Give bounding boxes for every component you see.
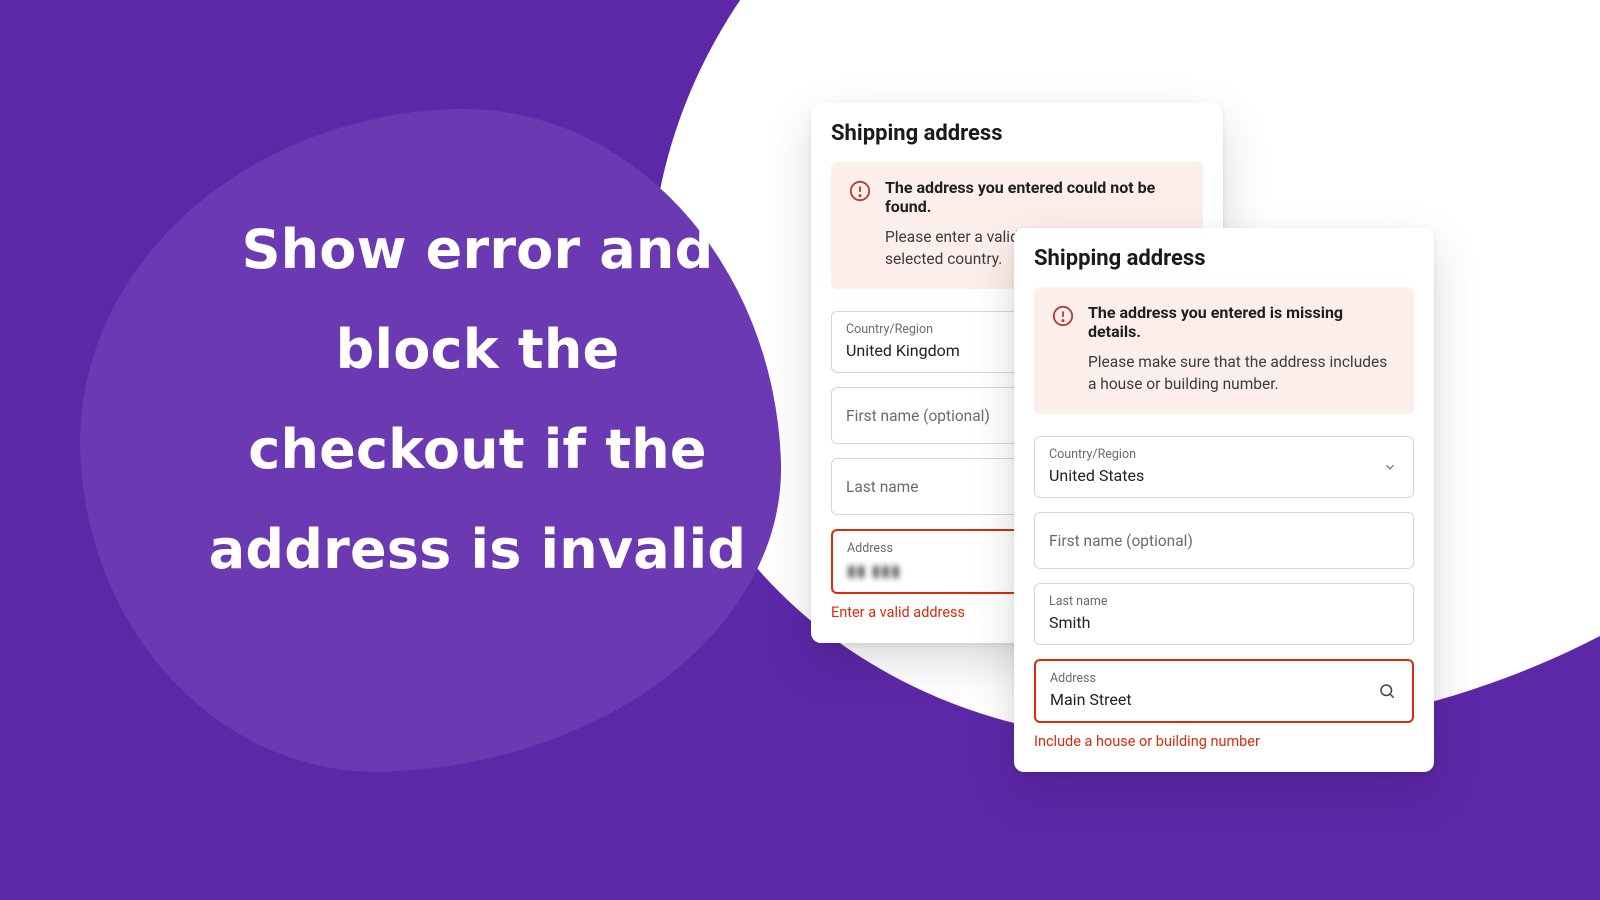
alert-body: The address you entered is missing detai… bbox=[1088, 303, 1396, 396]
country-region-field[interactable]: Country/Region United States bbox=[1034, 436, 1414, 498]
alert-icon bbox=[1052, 303, 1074, 396]
card-title: Shipping address bbox=[831, 121, 1203, 146]
first-name-placeholder: First name (optional) bbox=[846, 407, 990, 425]
address-error-text: Include a house or building number bbox=[1034, 733, 1414, 750]
address-label: Address bbox=[1050, 671, 1398, 686]
first-name-field[interactable]: First name (optional) bbox=[1034, 512, 1414, 569]
alert-banner: The address you entered is missing detai… bbox=[1034, 287, 1414, 414]
chevron-down-icon bbox=[1383, 460, 1397, 474]
address-value: Main Street bbox=[1050, 690, 1132, 709]
address-field[interactable]: Address Main Street bbox=[1034, 659, 1414, 723]
last-name-value: Smith bbox=[1049, 613, 1090, 632]
address-blurred-value: ▮▮ ▮▮▮ bbox=[847, 561, 901, 580]
last-name-label: Last name bbox=[1049, 594, 1399, 609]
search-icon[interactable] bbox=[1378, 682, 1396, 700]
hero-headline: Show error and block the checkout if the… bbox=[205, 200, 750, 600]
country-region-value: United States bbox=[1049, 466, 1144, 485]
alert-title: The address you entered is missing detai… bbox=[1088, 303, 1396, 341]
last-name-placeholder: Last name bbox=[846, 478, 919, 496]
alert-title: The address you entered could not be fou… bbox=[885, 178, 1185, 216]
country-region-label: Country/Region bbox=[1049, 447, 1399, 462]
card-title: Shipping address bbox=[1034, 246, 1414, 271]
alert-message: Please make sure that the address includ… bbox=[1088, 351, 1396, 396]
last-name-field[interactable]: Last name Smith bbox=[1034, 583, 1414, 645]
shipping-card-missing-details: Shipping address The address you entered… bbox=[1014, 228, 1434, 772]
promo-stage: Show error and block the checkout if the… bbox=[0, 0, 1600, 900]
first-name-placeholder: First name (optional) bbox=[1049, 532, 1193, 550]
country-region-value: United Kingdom bbox=[846, 341, 960, 360]
alert-icon bbox=[849, 178, 871, 271]
